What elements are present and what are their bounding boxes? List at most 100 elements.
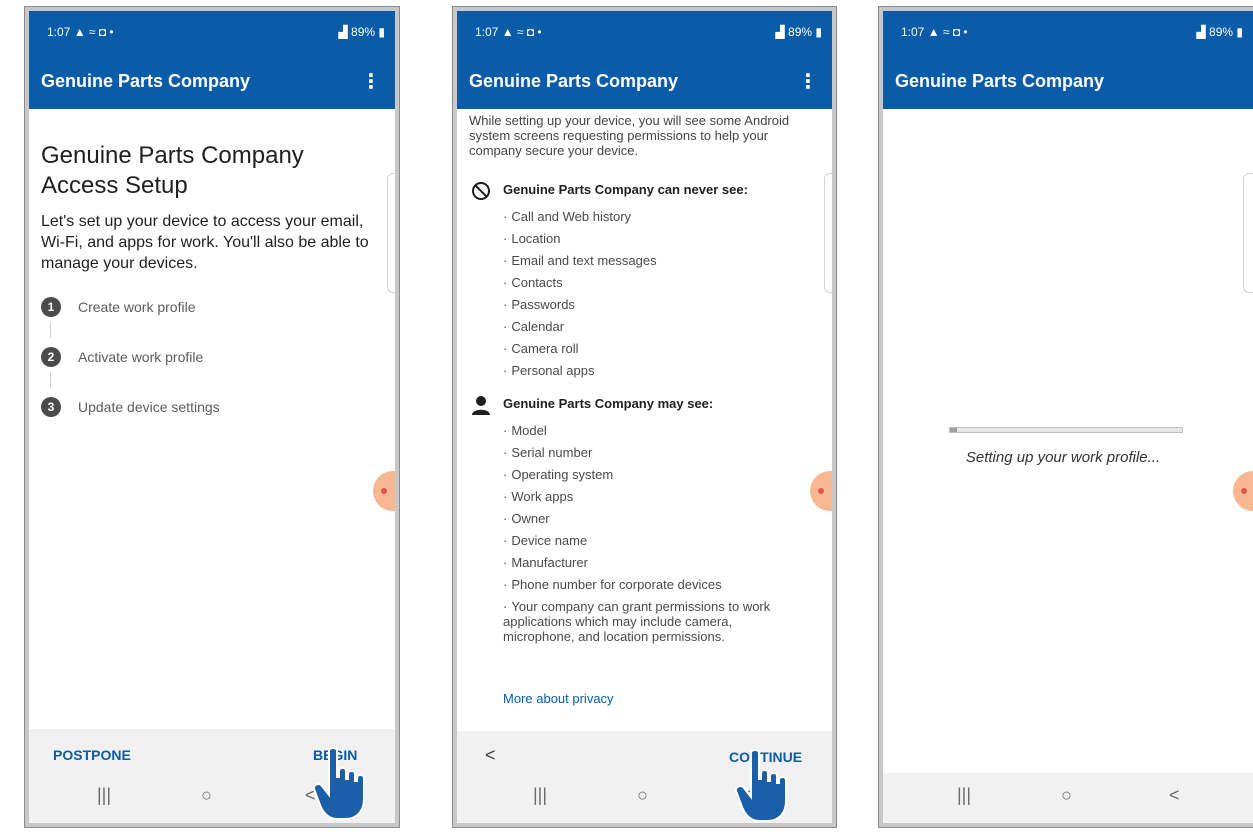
status-time: 1:07 [901,25,925,39]
app-title: Genuine Parts Company [895,71,1105,91]
list-item: · Location [503,231,561,246]
may-see-title: Genuine Parts Company may see: [503,396,714,412]
status-indicators-icon: ▲ ≈ ◘ • [501,25,542,39]
status-time: 1:07 [47,25,71,39]
list-item: · Work apps [503,489,574,504]
step-number-badge: 3 [41,397,61,417]
status-time: 1:07 [475,25,499,39]
status-left: 1:07 ▲ ≈ ◘ • [47,25,114,39]
list-item: · Passwords [503,297,575,312]
setup-status-text: Setting up your work profile... [965,449,1161,466]
pointing-hand-icon [313,747,365,820]
list-item-text: Manufacturer [511,555,588,570]
list-item: · Owner [503,511,550,526]
list-item: · Email and text messages [503,253,657,268]
list-item-text: Call and Web history [511,209,632,224]
status-bar: 1:07 ▲ ≈ ◘ • ▟ 89% ▮ [883,11,1253,57]
pointing-hand-icon [735,749,787,822]
list-item-text: Camera roll [511,341,579,356]
list-item-text: Location [511,231,561,246]
intro-text: While setting up your device, you will s… [469,113,790,158]
step-number-badge: 1 [41,297,61,317]
home-icon[interactable]: ○ [1061,785,1072,806]
back-nav-icon[interactable]: < [1169,785,1180,806]
list-item-text: Email and text messages [511,253,657,268]
list-item-text: Model [511,423,547,438]
floating-bubble-icon[interactable] [1233,471,1253,511]
step-connector [50,372,51,388]
never-see-heading: Genuine Parts Company can never see: [469,181,748,201]
battery-icon: ▮ [378,25,385,39]
home-icon[interactable]: ○ [201,785,212,806]
app-title: Genuine Parts Company [469,71,679,91]
status-bar: 1:07 ▲ ≈ ◘ • ▟ 89% ▮ [29,11,395,57]
status-bar: 1:07 ▲ ≈ ◘ • ▟ 89% ▮ [457,11,832,57]
battery-icon: ▮ [815,25,822,39]
status-right: ▟ 89% ▮ [1196,25,1243,39]
vertical-dots-icon[interactable]: ⋮ [798,69,818,94]
list-item: · Calendar [503,319,565,334]
list-item: · Device name [503,533,588,548]
list-item-text: Passwords [511,297,575,312]
step-label: Update device settings [78,399,220,415]
never-see-title: Genuine Parts Company can never see: [503,182,748,198]
back-button[interactable]: < [485,745,496,766]
screen-3: 1:07 ▲ ≈ ◘ • ▟ 89% ▮ Genuine Parts Compa… [883,11,1253,823]
step-label: Activate work profile [78,349,204,365]
step-label: Create work profile [78,299,196,315]
app-bar: Genuine Parts Company ⋮ [29,57,395,109]
person-icon [472,396,490,415]
app-bar: Genuine Parts Company [883,57,1253,109]
more-about-privacy-link[interactable]: More about privacy [503,691,614,706]
postpone-button[interactable]: POSTPONE [53,747,131,763]
step-number-badge: 2 [41,347,61,367]
battery-level: 89% [351,25,376,39]
status-indicators-icon: ▲ ≈ ◘ • [927,25,968,39]
phone-screen-1: 1:07 ▲ ≈ ◘ • ▟ 89% ▮ Genuine Parts Compa… [24,6,400,828]
scroll-handle[interactable] [824,173,832,293]
list-item-text: Owner [511,511,550,526]
status-left: 1:07 ▲ ≈ ◘ • [475,25,542,39]
status-left: 1:07 ▲ ≈ ◘ • [901,25,968,39]
recents-icon[interactable]: ||| [533,785,547,806]
list-item: · Operating system [503,467,614,482]
floating-bubble-icon[interactable] [810,471,832,511]
list-item-text: Calendar [511,319,565,334]
recents-icon[interactable]: ||| [97,785,111,806]
signal-icon: ▟ [1196,25,1206,39]
list-item-text: Operating system [511,467,614,482]
screen-2: 1:07 ▲ ≈ ◘ • ▟ 89% ▮ Genuine Parts Compa… [457,11,832,823]
home-icon[interactable]: ○ [637,785,648,806]
list-item: · Call and Web history [503,209,632,224]
list-item-text: Device name [511,533,588,548]
vertical-dots-icon[interactable]: ⋮ [361,69,381,94]
list-item: · Camera roll [503,341,579,356]
status-right: ▟ 89% ▮ [775,25,822,39]
list-item: · Contacts [503,275,563,290]
list-item: · Serial number [503,445,593,460]
app-bar: Genuine Parts Company ⋮ [457,57,832,109]
step-connector [50,322,51,338]
progress-bar [949,427,1183,433]
screen-1: 1:07 ▲ ≈ ◘ • ▟ 89% ▮ Genuine Parts Compa… [29,11,395,823]
list-item: · Personal apps [503,363,595,378]
list-item: · Manufacturer [503,555,588,570]
list-item-text: Personal apps [511,363,595,378]
list-item-text: Work apps [511,489,574,504]
recents-icon[interactable]: ||| [957,785,971,806]
page-title: Genuine Parts Company Access Setup [41,142,304,199]
phone-screen-3: 1:07 ▲ ≈ ◘ • ▟ 89% ▮ Genuine Parts Compa… [878,6,1253,828]
scroll-handle[interactable] [1243,173,1253,293]
signal-icon: ▟ [775,25,785,39]
list-item: · Your company can grant permissions to w… [503,599,771,644]
list-item-text: Your company can grant permissions to wo… [503,599,771,644]
android-nav-bar: ||| ○ < [883,773,1253,823]
phone-screen-2: 1:07 ▲ ≈ ◘ • ▟ 89% ▮ Genuine Parts Compa… [452,6,837,828]
status-indicators-icon: ▲ ≈ ◘ • [73,25,114,39]
scroll-handle[interactable] [387,173,395,293]
app-title: Genuine Parts Company [41,71,251,91]
list-item: · Model [503,423,547,438]
floating-bubble-icon[interactable] [373,471,395,511]
list-item-text: Phone number for corporate devices [511,577,722,592]
may-see-heading: Genuine Parts Company may see: [469,395,713,415]
